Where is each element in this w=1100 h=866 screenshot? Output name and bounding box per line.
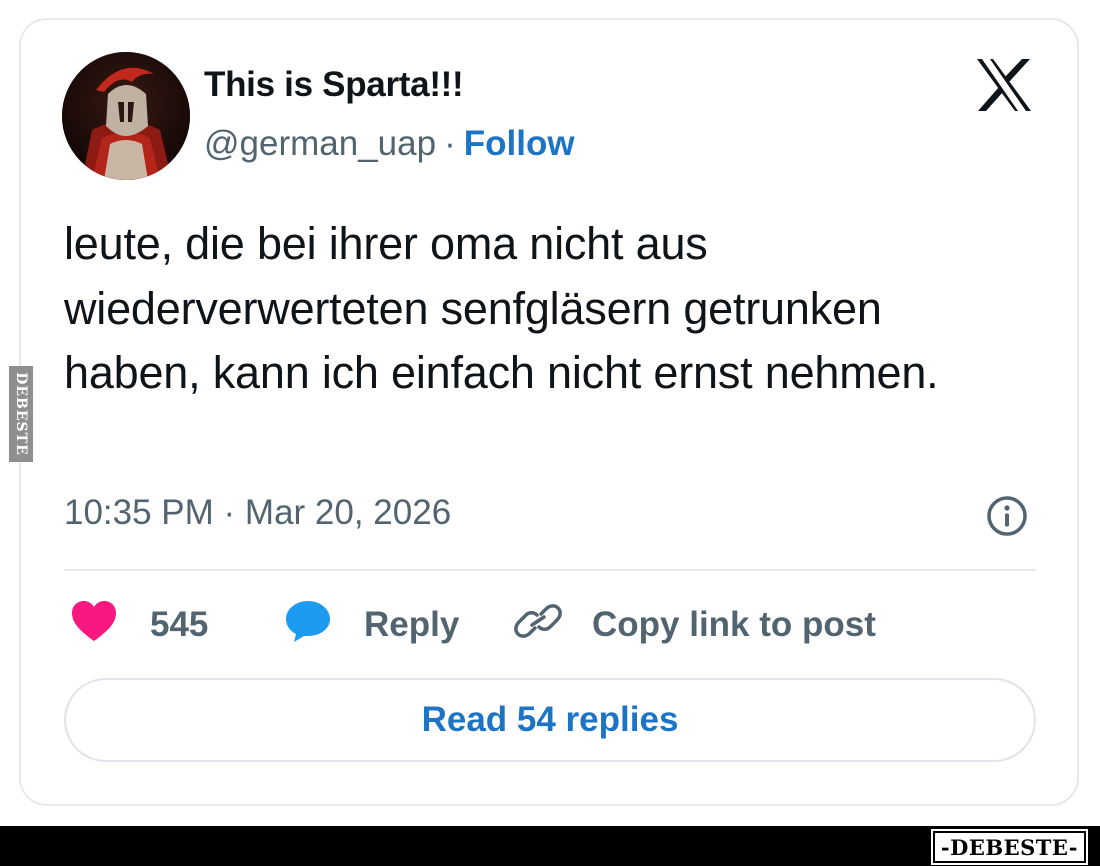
link-icon <box>514 599 562 652</box>
side-watermark-text: DEBESTE <box>13 372 30 456</box>
display-name[interactable]: This is Sparta!!! <box>204 65 464 105</box>
side-watermark: DEBESTE <box>9 366 33 462</box>
avatar[interactable] <box>62 52 190 180</box>
like-count: 545 <box>150 605 209 644</box>
x-logo-icon[interactable] <box>975 58 1033 112</box>
copy-link-label: Copy link to post <box>592 605 876 644</box>
user-handle[interactable]: @german_uap <box>204 124 436 163</box>
tweet-text: leute, die bei ihrer oma nicht aus wiede… <box>64 218 939 398</box>
reply-button[interactable]: Reply <box>284 600 459 650</box>
brand-watermark: -DEBESTE- <box>930 829 1089 865</box>
like-button[interactable]: 545 <box>70 600 208 650</box>
handle-row: @german_uap · Follow <box>204 124 575 164</box>
divider <box>64 569 1036 571</box>
reply-label: Reply <box>364 605 460 644</box>
heart-icon <box>70 600 118 651</box>
speech-bubble-icon <box>284 599 332 652</box>
read-replies-button[interactable]: Read 54 replies <box>64 678 1036 762</box>
info-icon[interactable] <box>985 494 1029 538</box>
follow-link[interactable]: Follow <box>464 124 575 163</box>
separator-dot: · <box>444 124 456 163</box>
copy-link-button[interactable]: Copy link to post <box>514 600 876 650</box>
bottom-bar: -DEBESTE- <box>0 826 1100 866</box>
timestamp[interactable]: 10:35 PM · Mar 20, 2026 <box>64 493 451 533</box>
